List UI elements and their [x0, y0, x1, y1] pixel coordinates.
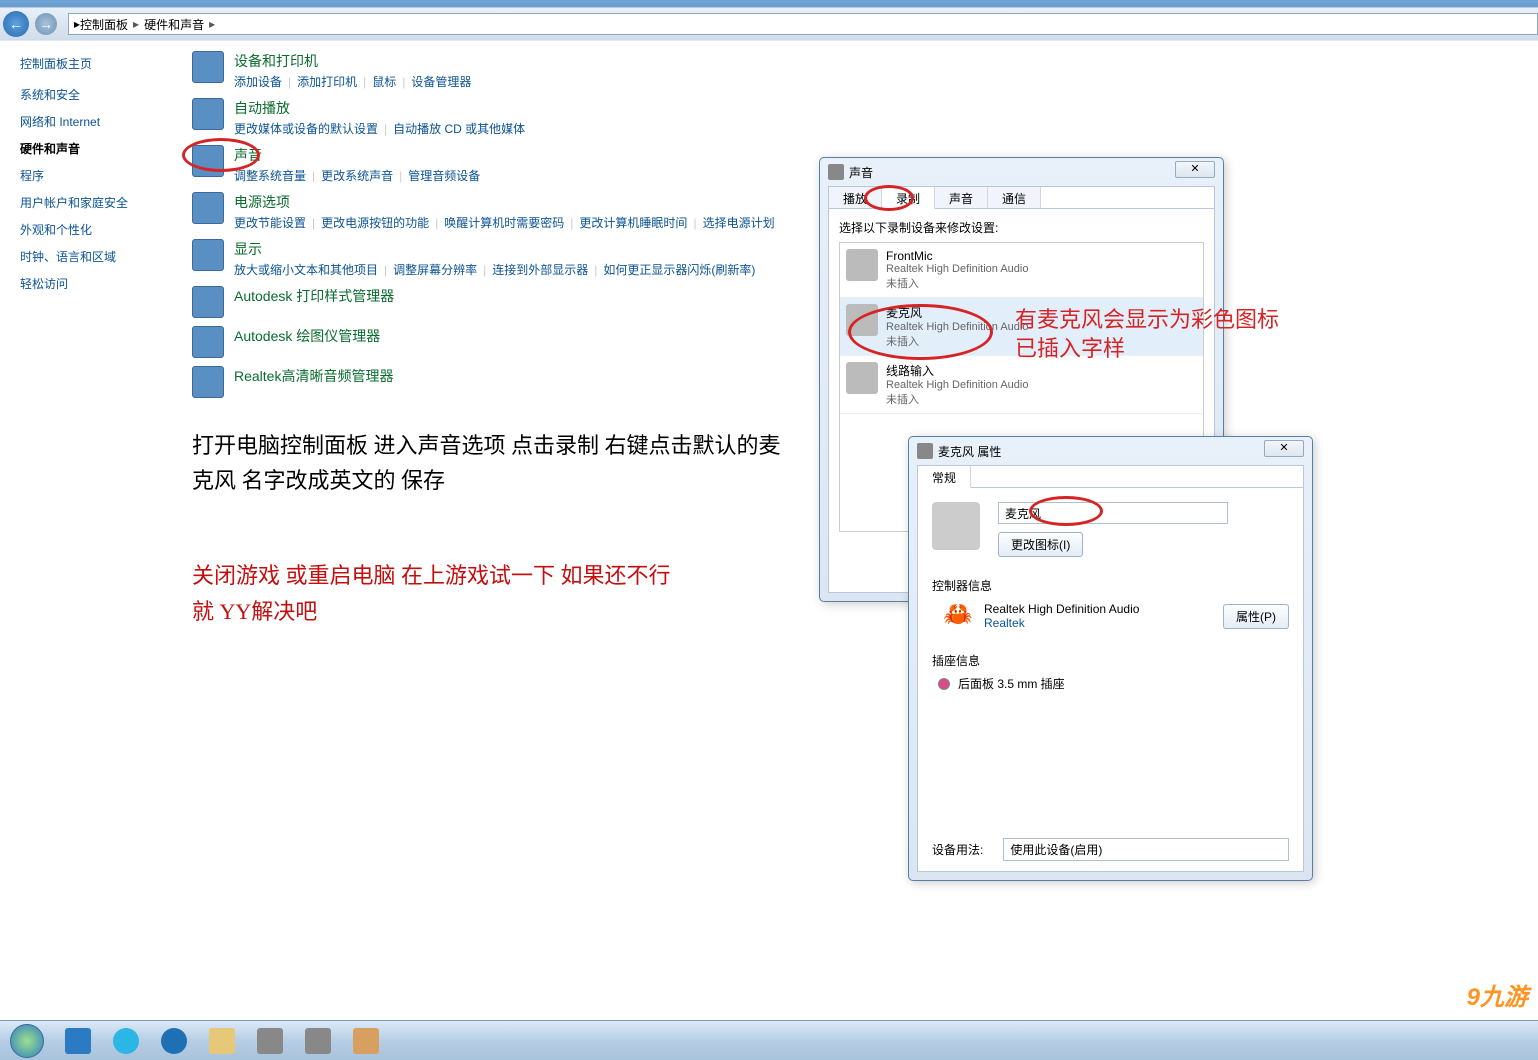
microphone-properties-dialog: 麦克风 属性 ✕ 常规 更改图标(I) 控制器信息 🦀 Realtek High… [908, 436, 1313, 881]
sidebar-item[interactable]: 轻松访问 [20, 275, 172, 292]
taskbar-explorer[interactable] [198, 1023, 246, 1059]
category-icon [192, 326, 224, 358]
category-icon [192, 239, 224, 271]
category-icon [192, 366, 224, 398]
category-link[interactable]: 更改媒体或设备的默认设置 [234, 122, 378, 136]
breadcrumb-root[interactable]: 控制面板 [80, 16, 128, 33]
taskbar-app-3[interactable] [246, 1023, 294, 1059]
category-link[interactable]: 调整系统音量 [234, 169, 306, 183]
device-icon [846, 249, 878, 281]
sidebar-home[interactable]: 控制面板主页 [20, 55, 172, 72]
sidebar-item[interactable]: 硬件和声音 [20, 140, 172, 157]
sidebar-item[interactable]: 网络和 Internet [20, 113, 172, 130]
jack-info-label: 插座信息 [932, 652, 1289, 669]
explorer-toolbar: ← → ▸ 控制面板 ▸ 硬件和声音 ▸ [0, 7, 1538, 40]
taskbar-app-5[interactable] [342, 1023, 390, 1059]
tab-general[interactable]: 常规 [918, 466, 971, 488]
category-link[interactable]: 鼠标 [372, 75, 396, 89]
sound-tab[interactable]: 录制 [882, 187, 935, 209]
category-link[interactable]: 连接到外部显示器 [492, 263, 588, 277]
control-panel-sidebar: 控制面板主页 系统和安全网络和 Internet 硬件和声音程序用户帐户和家庭安全… [0, 41, 172, 1020]
category-link[interactable]: 更改电源按钮的功能 [321, 216, 429, 230]
jack-description: 后面板 3.5 mm 插座 [958, 675, 1065, 692]
microphone-icon [917, 443, 933, 459]
taskbar-app-2[interactable] [150, 1023, 198, 1059]
recording-hint: 选择以下录制设备来修改设置: [839, 219, 1204, 236]
category-link[interactable]: 唤醒计算机时需要密码 [444, 216, 564, 230]
category-link[interactable]: 更改计算机睡眠时间 [579, 216, 687, 230]
category-link[interactable]: 添加打印机 [297, 75, 357, 89]
mic-dialog-title: 麦克风 属性 [938, 443, 1001, 460]
speaker-icon [828, 164, 844, 180]
controller-info-label: 控制器信息 [932, 577, 1289, 594]
category-link[interactable]: 更改系统声音 [321, 169, 393, 183]
category-title[interactable]: 设备和打印机 [234, 51, 1518, 71]
device-icon [846, 362, 878, 394]
instruction-text-2: 关闭游戏 或重启电脑 在上游戏试一下 如果还不行 就 YY解决吧 [192, 558, 672, 628]
category-link[interactable]: 放大或缩小文本和其他项目 [234, 263, 378, 277]
controller-vendor: Realtek [984, 616, 1139, 630]
category-link[interactable]: 如何更正显示器闪烁(刷新率) [603, 263, 755, 277]
breadcrumb[interactable]: ▸ 控制面板 ▸ 硬件和声音 ▸ [68, 13, 1538, 35]
sidebar-item[interactable]: 程序 [20, 167, 172, 184]
nav-forward-button[interactable]: → [35, 13, 57, 35]
category-icon [192, 145, 224, 177]
breadcrumb-current[interactable]: 硬件和声音 [144, 16, 204, 33]
watermark: 9九游 [1467, 977, 1528, 1012]
device-usage-select[interactable]: 使用此设备(启用) [1003, 838, 1289, 861]
device-name-input[interactable] [998, 502, 1228, 524]
change-icon-button[interactable]: 更改图标(I) [998, 532, 1083, 557]
category-icon [192, 51, 224, 83]
sidebar-item[interactable]: 系统和安全 [20, 86, 172, 103]
close-button[interactable]: ✕ [1264, 440, 1304, 457]
controller-name: Realtek High Definition Audio [984, 602, 1139, 616]
category-icon [192, 286, 224, 318]
sound-tab[interactable]: 声音 [935, 187, 988, 208]
device-icon [846, 304, 878, 336]
category-link[interactable]: 设备管理器 [411, 75, 471, 89]
sidebar-item[interactable]: 用户帐户和家庭安全 [20, 194, 172, 211]
realtek-crab-icon: 🦀 [942, 600, 974, 632]
taskbar [0, 1020, 1538, 1060]
category-title[interactable]: 自动播放 [234, 98, 1518, 118]
sound-tab[interactable]: 播放 [829, 187, 882, 208]
start-button[interactable] [0, 1022, 54, 1060]
sidebar-item[interactable]: 外观和个性化 [20, 221, 172, 238]
sound-tabs: 播放录制声音通信 [829, 187, 1214, 209]
taskbar-app-4[interactable] [294, 1023, 342, 1059]
jack-color-indicator [938, 678, 950, 690]
category-link[interactable]: 自动播放 CD 或其他媒体 [393, 122, 525, 136]
taskbar-ie[interactable] [54, 1023, 102, 1059]
device-usage-label: 设备用法: [932, 841, 983, 858]
category-icon [192, 98, 224, 130]
annotation-text: 有麦克风会显示为彩色图标 已插入字样 [1015, 306, 1285, 363]
category-icon [192, 192, 224, 224]
category-link[interactable]: 管理音频设备 [408, 169, 480, 183]
category-link[interactable]: 选择电源计划 [703, 216, 775, 230]
sidebar-item[interactable]: 时钟、语言和区域 [20, 248, 172, 265]
close-button[interactable]: ✕ [1175, 161, 1215, 178]
microphone-large-icon [932, 502, 980, 550]
recording-device[interactable]: FrontMicRealtek High Definition Audio未插入 [840, 243, 1203, 298]
recording-device[interactable]: 线路输入Realtek High Definition Audio未插入 [840, 356, 1203, 414]
instruction-text-1: 打开电脑控制面板 进入声音选项 点击录制 右键点击默认的麦克风 名字改成英文的 … [192, 428, 792, 498]
nav-back-button[interactable]: ← [3, 11, 29, 37]
category-link[interactable]: 添加设备 [234, 75, 282, 89]
windows-orb-icon [10, 1024, 44, 1058]
category-link[interactable]: 更改节能设置 [234, 216, 306, 230]
taskbar-app-1[interactable] [102, 1023, 150, 1059]
category-link[interactable]: 调整屏幕分辨率 [393, 263, 477, 277]
sound-dialog-title: 声音 [849, 164, 873, 181]
controller-properties-button[interactable]: 属性(P) [1223, 604, 1289, 629]
sound-tab[interactable]: 通信 [988, 187, 1041, 208]
